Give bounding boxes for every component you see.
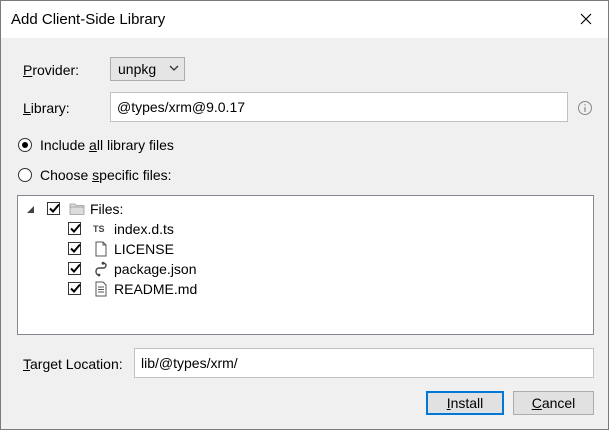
include-all-radio[interactable] — [18, 138, 32, 152]
files-checkbox[interactable] — [47, 202, 60, 215]
target-location-label: Target Location: — [23, 356, 123, 372]
svg-text:TS: TS — [93, 224, 105, 234]
file-name: README.md — [114, 281, 198, 297]
close-icon — [580, 13, 592, 25]
choose-specific-radio[interactable] — [18, 168, 32, 182]
file-checkbox[interactable] — [68, 222, 81, 235]
file-checkbox[interactable] — [68, 282, 81, 295]
files-root-label: Files: — [90, 201, 124, 217]
add-library-dialog: Add Client-Side Library Provider: unpkg … — [0, 0, 609, 430]
tree-item[interactable]: package.json — [18, 261, 318, 281]
choose-specific-label: Choose specific files: — [40, 167, 172, 183]
tree-root-files[interactable]: Files: — [18, 201, 218, 221]
close-button[interactable] — [576, 9, 596, 29]
file-icon — [95, 241, 107, 257]
library-label: Library: — [23, 100, 70, 116]
include-all-label: Include all library files — [40, 137, 174, 153]
file-checkbox[interactable] — [68, 242, 81, 255]
provider-label: Provider: — [23, 62, 80, 78]
dialog-title: Add Client-Side Library — [11, 11, 166, 28]
file-checkbox[interactable] — [68, 262, 81, 275]
tree-item[interactable]: LICENSE — [18, 241, 318, 261]
file-name: package.json — [114, 261, 197, 277]
install-button[interactable]: Install — [426, 391, 504, 415]
file-name: index.d.ts — [114, 221, 174, 237]
folder-icon — [69, 203, 85, 215]
library-input[interactable] — [110, 92, 568, 122]
chevron-down-icon — [169, 65, 179, 71]
text-file-icon — [95, 281, 107, 297]
json-icon — [95, 261, 107, 277]
tree-item[interactable]: TS index.d.ts — [18, 221, 318, 241]
collapse-triangle-icon[interactable] — [26, 205, 36, 215]
tree-item[interactable]: README.md — [18, 281, 318, 301]
file-name: LICENSE — [114, 241, 174, 257]
title-bar: Add Client-Side Library — [1, 1, 608, 38]
typescript-icon: TS — [93, 224, 105, 234]
provider-select[interactable]: unpkg — [110, 57, 185, 81]
info-icon[interactable] — [577, 100, 593, 116]
provider-value: unpkg — [118, 61, 157, 77]
target-location-input[interactable] — [134, 348, 594, 378]
cancel-button[interactable]: Cancel — [513, 391, 594, 415]
files-tree[interactable]: Files: TS index.d.ts LICENSE package.jso… — [17, 195, 594, 335]
